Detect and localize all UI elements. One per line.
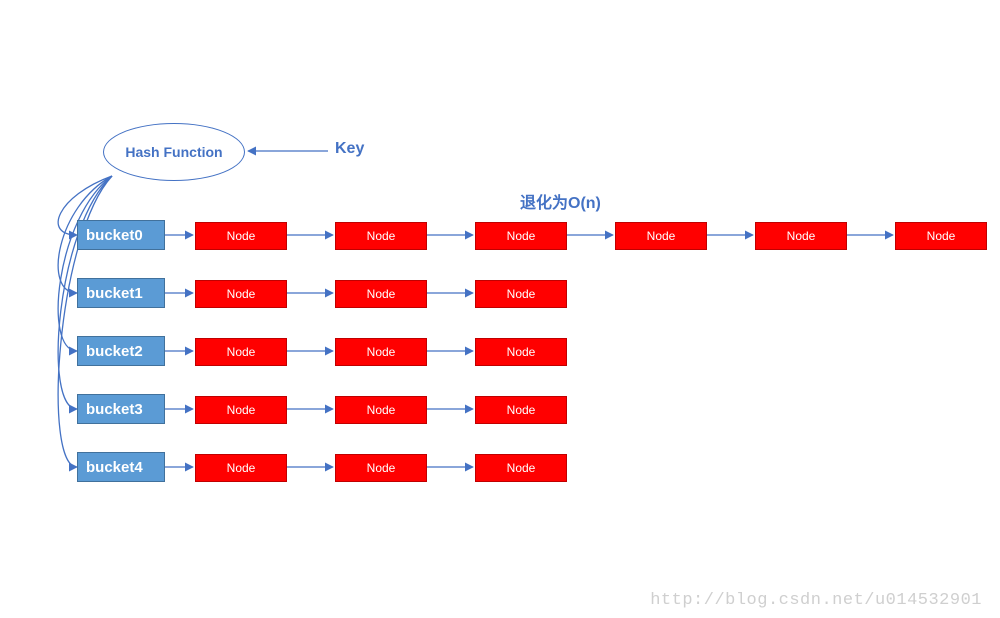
bucket-4: bucket4	[77, 452, 165, 482]
node: Node	[195, 280, 287, 308]
key-label: Key	[335, 140, 364, 158]
arrow-layer	[0, 0, 1000, 618]
node: Node	[475, 280, 567, 308]
hash-function-ellipse: Hash Function	[103, 123, 245, 181]
degrade-label: 退化为O(n)	[520, 189, 601, 213]
node: Node	[475, 454, 567, 482]
node: Node	[335, 280, 427, 308]
node: Node	[755, 222, 847, 250]
bucket-1: bucket1	[77, 278, 165, 308]
node: Node	[475, 338, 567, 366]
node: Node	[615, 222, 707, 250]
node: Node	[195, 396, 287, 424]
bucket-2: bucket2	[77, 336, 165, 366]
diagram-canvas: Hash Function Key 退化为O(n) http://blog.cs…	[0, 0, 1000, 618]
node: Node	[895, 222, 987, 250]
node: Node	[195, 222, 287, 250]
node: Node	[475, 222, 567, 250]
node: Node	[335, 396, 427, 424]
node: Node	[335, 454, 427, 482]
node: Node	[195, 338, 287, 366]
node: Node	[335, 338, 427, 366]
node: Node	[335, 222, 427, 250]
watermark-text: http://blog.csdn.net/u014532901	[650, 591, 982, 610]
node: Node	[475, 396, 567, 424]
bucket-0: bucket0	[77, 220, 165, 250]
hash-function-label: Hash Function	[125, 144, 222, 160]
bucket-3: bucket3	[77, 394, 165, 424]
node: Node	[195, 454, 287, 482]
